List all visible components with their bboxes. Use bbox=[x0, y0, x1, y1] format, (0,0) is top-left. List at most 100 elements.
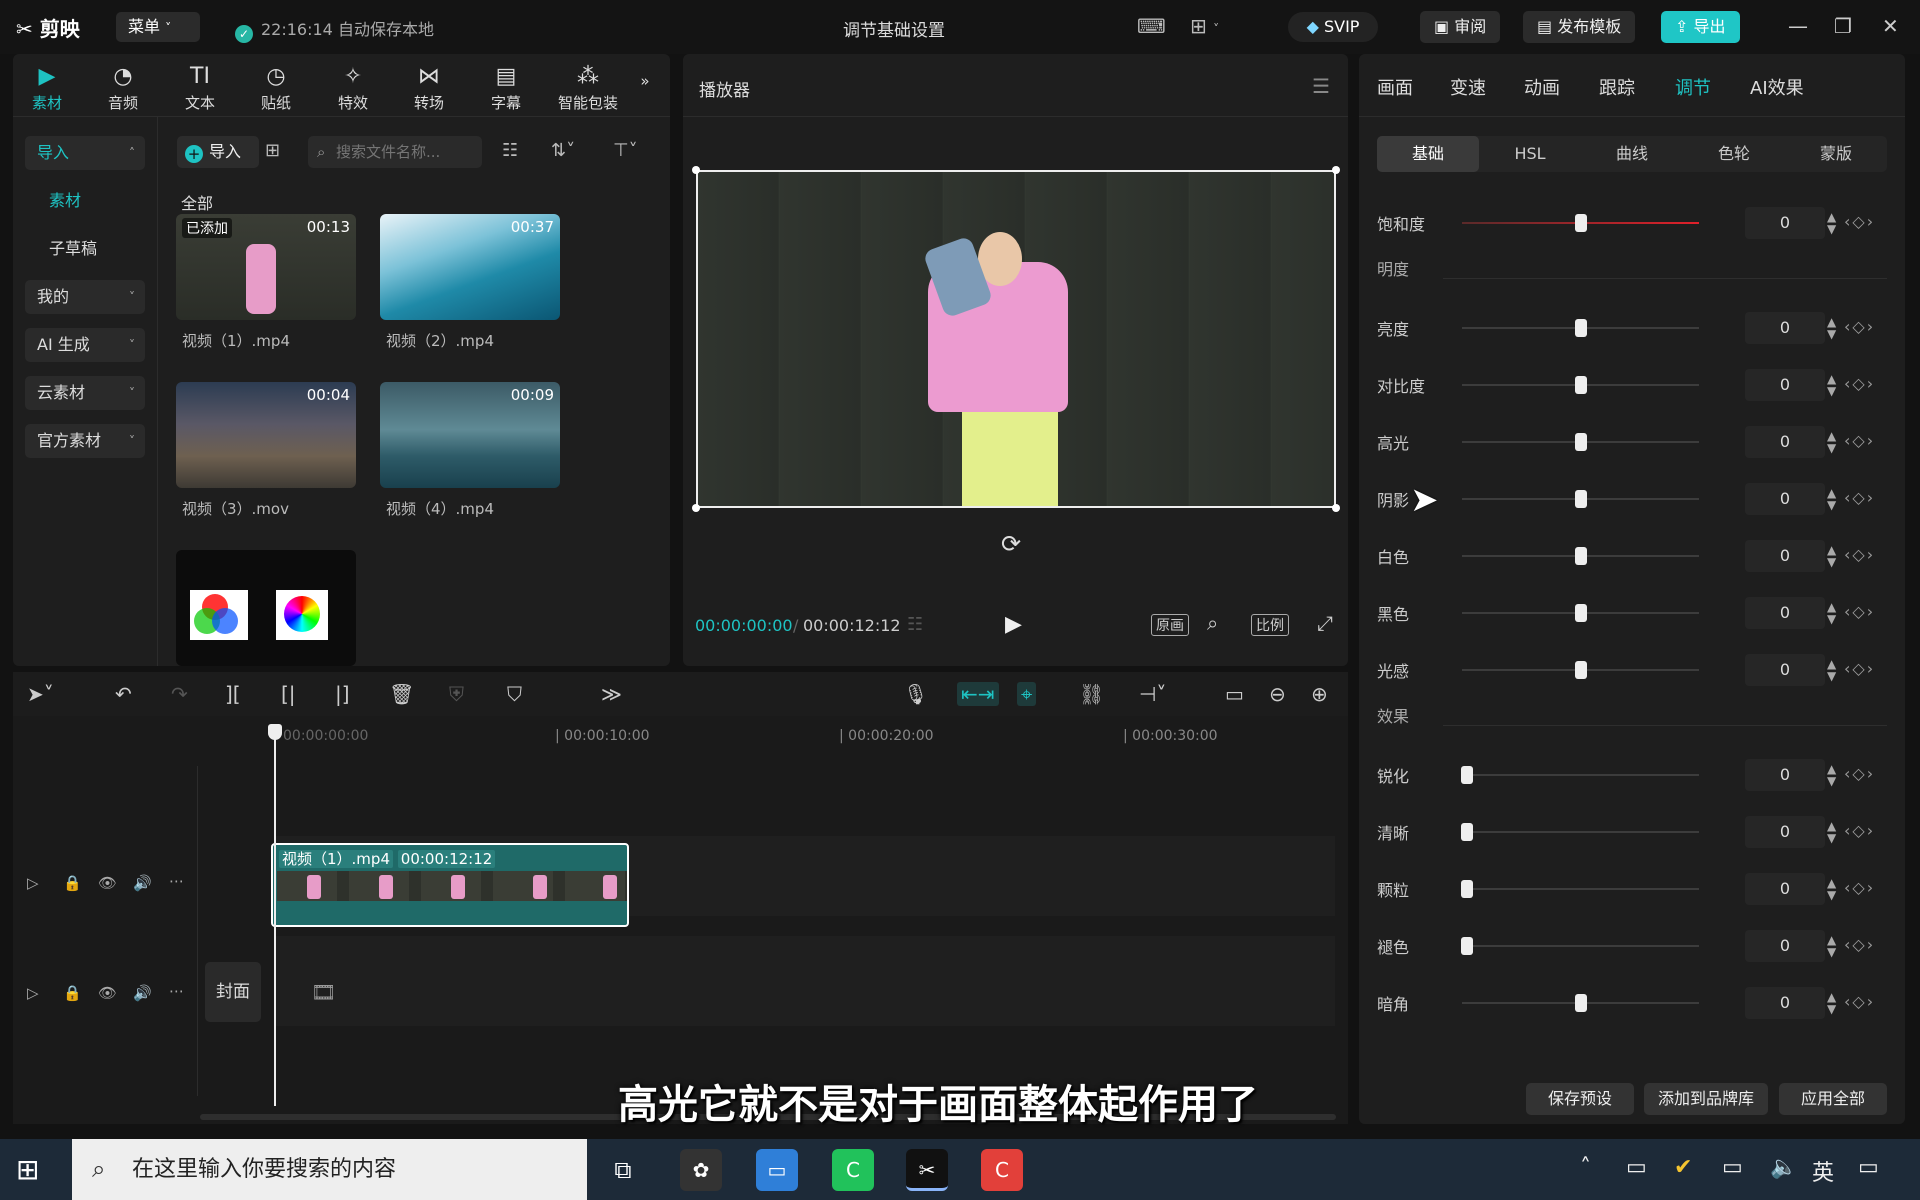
tab-text[interactable]: TI 文本 bbox=[168, 62, 232, 113]
trim-left-icon[interactable]: [| bbox=[281, 682, 296, 706]
maximize-icon[interactable]: ❐ bbox=[1834, 14, 1852, 38]
svip-button[interactable]: ◆ SVIP bbox=[1288, 12, 1378, 42]
player-menu-icon[interactable]: ☰ bbox=[1312, 74, 1330, 98]
param-value-input[interactable]: 0 bbox=[1745, 369, 1825, 401]
menu-button[interactable]: 菜单 ˅ bbox=[116, 12, 200, 42]
stepper-icon[interactable]: ▲ ▼ bbox=[1827, 820, 1836, 844]
stepper-icon[interactable]: ▲ ▼ bbox=[1827, 658, 1836, 682]
param-value-input[interactable]: 0 bbox=[1745, 654, 1825, 686]
keyframe-icon[interactable]: ‹◇› bbox=[1844, 212, 1875, 231]
slider-handle[interactable] bbox=[1574, 547, 1587, 565]
tab-media[interactable]: ▶ 素材 bbox=[15, 62, 79, 113]
param-slider[interactable] bbox=[1462, 888, 1699, 890]
stepper-icon[interactable]: ▲ ▼ bbox=[1827, 487, 1836, 511]
zoom-out-icon[interactable]: ⊖ bbox=[1269, 682, 1286, 706]
app-icon-recorder[interactable]: C bbox=[981, 1149, 1023, 1191]
sidebar-item-material[interactable]: 素材 bbox=[25, 184, 145, 218]
battery-icon[interactable]: ▭ bbox=[1722, 1155, 1743, 1180]
stepper-icon[interactable]: ▲ ▼ bbox=[1827, 877, 1836, 901]
tab-speed[interactable]: 变速 bbox=[1450, 74, 1486, 100]
tab-captions[interactable]: ▤ 字幕 bbox=[474, 62, 538, 113]
publish-template-button[interactable]: ▤ 发布模板 bbox=[1523, 11, 1636, 43]
slider-handle[interactable] bbox=[1574, 214, 1587, 232]
lock-icon[interactable]: 🔒 bbox=[63, 984, 82, 1002]
track-type-icon[interactable]: ▷ bbox=[27, 874, 39, 892]
keyframe-icon[interactable]: ‹◇› bbox=[1844, 935, 1875, 954]
slider-handle[interactable] bbox=[1460, 880, 1473, 898]
keyframe-icon[interactable]: ‹◇› bbox=[1844, 764, 1875, 783]
link-icon[interactable]: ⛓ bbox=[1079, 682, 1104, 706]
tab-effects[interactable]: ✧ 特效 bbox=[321, 62, 385, 113]
layout-icon[interactable]: ⊞ ˅ bbox=[1190, 14, 1219, 38]
tab-sticker[interactable]: ◷ 贴纸 bbox=[244, 62, 308, 113]
param-value-input[interactable]: 0 bbox=[1745, 816, 1825, 848]
close-icon[interactable]: ✕ bbox=[1882, 14, 1899, 38]
resize-handle[interactable] bbox=[1332, 166, 1340, 174]
playhead-handle[interactable] bbox=[268, 724, 282, 740]
subtab-mask[interactable]: 蒙版 bbox=[1785, 136, 1887, 172]
eye-icon[interactable]: 👁 bbox=[98, 874, 117, 892]
slider-handle[interactable] bbox=[1574, 490, 1587, 508]
keyframe-icon[interactable]: ‹◇› bbox=[1844, 821, 1875, 840]
param-value-input[interactable]: 0 bbox=[1745, 873, 1825, 905]
search-input[interactable] bbox=[308, 136, 482, 168]
slider-handle[interactable] bbox=[1574, 433, 1587, 451]
filter-icon[interactable]: ⊤˅ bbox=[613, 140, 638, 161]
import-button[interactable]: + 导入 bbox=[177, 136, 259, 168]
sidebar-item-ai-generate[interactable]: AI 生成 ˅ bbox=[25, 328, 145, 362]
volume-icon[interactable]: 🔊 bbox=[133, 874, 152, 892]
ime-indicator[interactable]: 英 bbox=[1812, 1155, 1834, 1187]
more-tabs-icon[interactable]: » bbox=[630, 72, 660, 90]
sidebar-item-import[interactable]: 导入 ˄ bbox=[25, 136, 145, 170]
track-type-icon[interactable]: ▷ bbox=[27, 984, 39, 1002]
slider-handle[interactable] bbox=[1460, 937, 1473, 955]
timeline[interactable]: 00:00:00:00 | 00:00:10:00 | 00:00:20:00 … bbox=[13, 716, 1348, 1124]
marker-icon[interactable]: ⛉ bbox=[507, 682, 522, 706]
lock-icon[interactable]: 🔒 bbox=[63, 874, 82, 892]
stepper-icon[interactable]: ▲ ▼ bbox=[1827, 316, 1836, 340]
param-slider[interactable] bbox=[1462, 945, 1699, 947]
stepper-icon[interactable]: ▲ ▼ bbox=[1827, 763, 1836, 787]
screen-icon[interactable]: ▭ bbox=[1225, 682, 1244, 706]
params-scroll-area[interactable]: 色调0▲▼‹◇›饱和度0▲▼‹◇›明度亮度0▲▼‹◇›对比度0▲▼‹◇›高光0▲… bbox=[1359, 184, 1905, 1074]
tab-tracking[interactable]: 跟踪 bbox=[1599, 74, 1635, 100]
more-icon[interactable]: ⋯ bbox=[169, 872, 184, 890]
param-value-input[interactable]: 0 bbox=[1745, 540, 1825, 572]
keyframe-icon[interactable]: ‹◇› bbox=[1844, 317, 1875, 336]
param-value-input[interactable]: 0 bbox=[1745, 207, 1825, 239]
shortcut-keyboard-icon[interactable]: ⌨ bbox=[1137, 14, 1166, 38]
play-icon[interactable]: ▶ bbox=[1005, 612, 1022, 637]
tab-audio[interactable]: ◔ 音频 bbox=[91, 62, 155, 113]
playhead[interactable] bbox=[274, 728, 276, 1106]
subtab-hsl[interactable]: HSL bbox=[1479, 136, 1581, 172]
trim-right-icon[interactable]: |] bbox=[335, 682, 350, 706]
windows-start-icon[interactable]: ⊞ bbox=[16, 1153, 39, 1186]
frame-list-icon[interactable]: ☷ bbox=[907, 614, 923, 635]
taskbar-search[interactable]: ⌕ 在这里输入你要搜索的内容 bbox=[72, 1139, 587, 1200]
select-tool-icon[interactable]: ➤˅ bbox=[27, 682, 54, 706]
param-value-input[interactable]: 0 bbox=[1745, 597, 1825, 629]
tray-check-icon[interactable]: ✔ bbox=[1674, 1155, 1692, 1180]
more-tools-icon[interactable]: ≫ bbox=[601, 682, 622, 706]
tab-picture[interactable]: 画面 bbox=[1377, 74, 1413, 100]
keyframe-icon[interactable]: ‹◇› bbox=[1844, 545, 1875, 564]
task-view-icon[interactable]: ⧉ bbox=[602, 1149, 644, 1191]
param-value-input[interactable]: 0 bbox=[1745, 930, 1825, 962]
param-slider[interactable] bbox=[1462, 774, 1699, 776]
app-icon-camtasia[interactable]: C bbox=[832, 1149, 874, 1191]
stepper-icon[interactable]: ▲ ▼ bbox=[1827, 544, 1836, 568]
export-button[interactable]: ⇪ 导出 bbox=[1661, 11, 1740, 43]
notification-icon[interactable]: ▭ bbox=[1858, 1155, 1879, 1180]
param-slider[interactable] bbox=[1462, 831, 1699, 833]
more-icon[interactable]: ⋯ bbox=[169, 982, 184, 1000]
slider-handle[interactable] bbox=[1574, 994, 1587, 1012]
tray-chevron-icon[interactable]: ˄ bbox=[1580, 1155, 1591, 1180]
slider-handle[interactable] bbox=[1574, 319, 1587, 337]
keyframe-icon[interactable]: ‹◇› bbox=[1844, 659, 1875, 678]
sidebar-item-mine[interactable]: 我的 ˅ bbox=[25, 280, 145, 314]
minimize-icon[interactable]: — bbox=[1788, 14, 1808, 38]
redo-icon[interactable]: ↷ bbox=[171, 682, 188, 706]
sidebar-item-cloud[interactable]: 云素材 ˅ bbox=[25, 376, 145, 410]
shield-icon[interactable]: ⛨ bbox=[449, 682, 464, 706]
sidebar-item-subdraft[interactable]: 子草稿 bbox=[25, 232, 145, 266]
